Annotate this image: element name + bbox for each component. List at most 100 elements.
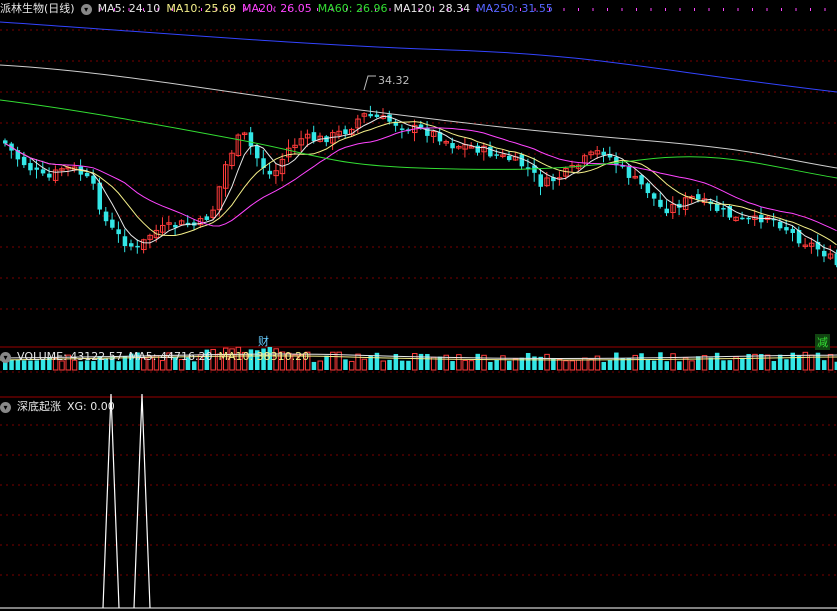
- candle-body-down: [784, 227, 789, 231]
- ma10-line: [4, 121, 837, 246]
- volume-bar-up: [355, 353, 361, 371]
- candle-body-down: [343, 129, 348, 135]
- volume-bar-up: [361, 358, 368, 371]
- volume-bar-down: [343, 359, 348, 370]
- candle-body-down: [122, 236, 128, 247]
- volume-bar-down: [601, 361, 606, 370]
- volume-ma5: MA5: 44716.20: [128, 350, 213, 363]
- ma20-label: MA20: 26.05: [242, 2, 312, 15]
- volume-bar-down: [324, 355, 329, 370]
- candle-body-down: [645, 183, 651, 194]
- volume-bar-down: [311, 361, 317, 370]
- candle-body-down: [399, 128, 405, 130]
- candle-body-down: [248, 132, 254, 147]
- volume-bar-down: [607, 359, 613, 370]
- volume-bar-down: [425, 353, 430, 370]
- financial-marker[interactable]: 财: [258, 333, 269, 349]
- volume-bar-down: [822, 360, 827, 370]
- volume-bar-up: [575, 359, 582, 371]
- candle-body-down: [3, 140, 8, 144]
- ma250-line: [0, 21, 837, 93]
- ma60-label: MA60: 26.96: [317, 2, 388, 15]
- candle-body-down: [129, 243, 134, 247]
- volume-bar-down: [784, 359, 789, 370]
- volume-bar-down: [658, 352, 663, 370]
- candle-body-down: [324, 136, 329, 143]
- volume-bar-up: [752, 353, 758, 371]
- candle-body-down: [311, 132, 317, 142]
- candle-body-down: [626, 166, 632, 178]
- volume-bar-up: [588, 358, 594, 371]
- volume-bar-down: [708, 357, 714, 370]
- volume-bar-down: [727, 360, 732, 370]
- ma20-line: [4, 127, 837, 232]
- volume-bar-down: [399, 360, 405, 370]
- signal-spike: [102, 393, 120, 609]
- volume-bar-up: [462, 359, 468, 371]
- signal-toggle-icon[interactable]: ▾: [0, 401, 11, 413]
- volume-bar-down: [645, 359, 651, 370]
- candle-body-down: [84, 172, 90, 177]
- volume-bar-up: [556, 358, 563, 371]
- candle-body-down: [28, 163, 33, 171]
- volume-bar-down: [714, 352, 720, 370]
- volume-bar-up: [689, 360, 695, 371]
- volume-bar-down: [475, 353, 480, 370]
- candle-body-down: [696, 194, 701, 200]
- candle-body-down: [450, 143, 455, 149]
- candle-body-down: [714, 203, 720, 211]
- volume-bar-down: [406, 360, 411, 370]
- candle-body-down: [116, 229, 121, 235]
- volume-bar-up: [512, 358, 519, 371]
- candle-body-down: [664, 208, 669, 214]
- ma60-line: [0, 99, 837, 179]
- candle-body-down: [790, 228, 795, 233]
- indicator-toggle-icon[interactable]: ▾: [80, 3, 92, 15]
- candle-body-down: [47, 173, 52, 178]
- ma5-label: MA5: 24.10: [97, 2, 161, 15]
- candle-body-down: [34, 167, 39, 170]
- volume-bar-up: [317, 360, 323, 371]
- volume-bar-down: [664, 361, 669, 370]
- reduction-marker[interactable]: 减: [815, 334, 830, 350]
- signal-xg: XG: 0.00: [67, 400, 115, 413]
- chart-canvas[interactable]: [0, 0, 837, 611]
- candle-body-down: [740, 217, 745, 220]
- ma250-label: MA250: 31.55: [476, 2, 553, 15]
- candle-body-down: [507, 155, 512, 161]
- volume-bar-down: [771, 361, 777, 370]
- candle-body-down: [494, 154, 499, 156]
- candle-body-down: [519, 154, 525, 167]
- price-panel-header: 派林生物(日线) ▾ MA5: 24.10 MA10: 25.69 MA20: …: [0, 0, 553, 18]
- volume-panel-header: ▾ VOLUME: 43122.57 MA5: 44716.20 MA10: 3…: [0, 348, 309, 366]
- candle-body-down: [488, 146, 493, 157]
- signal-spike: [133, 393, 151, 609]
- candle-body-down: [103, 211, 109, 222]
- candle-body-down: [21, 156, 27, 166]
- stock-title: 派林生物(日线): [0, 2, 75, 15]
- volume-bar-down: [387, 359, 392, 370]
- volume-bar-down: [488, 361, 493, 370]
- volume-bar-down: [507, 360, 512, 370]
- ma120-label: MA120: 28.34: [393, 2, 471, 15]
- volume-bar-down: [777, 354, 783, 370]
- volume-toggle-icon[interactable]: ▾: [0, 351, 11, 363]
- candle-body-down: [368, 114, 373, 117]
- volume-bar-down: [639, 353, 644, 370]
- candle-body-down: [475, 145, 480, 153]
- volume-bar-up: [380, 360, 386, 371]
- volume-bar-down: [538, 356, 543, 370]
- volume-bar-up: [544, 353, 550, 371]
- candle-body-down: [40, 169, 46, 174]
- volume-bar-down: [721, 360, 726, 370]
- volume-ma10: MA10: 38310.20: [218, 350, 310, 363]
- volume-bar-up: [349, 360, 355, 371]
- volume-bar-up: [563, 360, 569, 371]
- candle-body-down: [746, 217, 751, 220]
- candle-body-down: [822, 250, 827, 257]
- candle-body-down: [204, 216, 210, 220]
- volume-bar-down: [696, 356, 701, 370]
- volume-bar-down: [450, 361, 455, 370]
- candle-body-down: [721, 208, 726, 210]
- volume-bar-down: [614, 352, 619, 370]
